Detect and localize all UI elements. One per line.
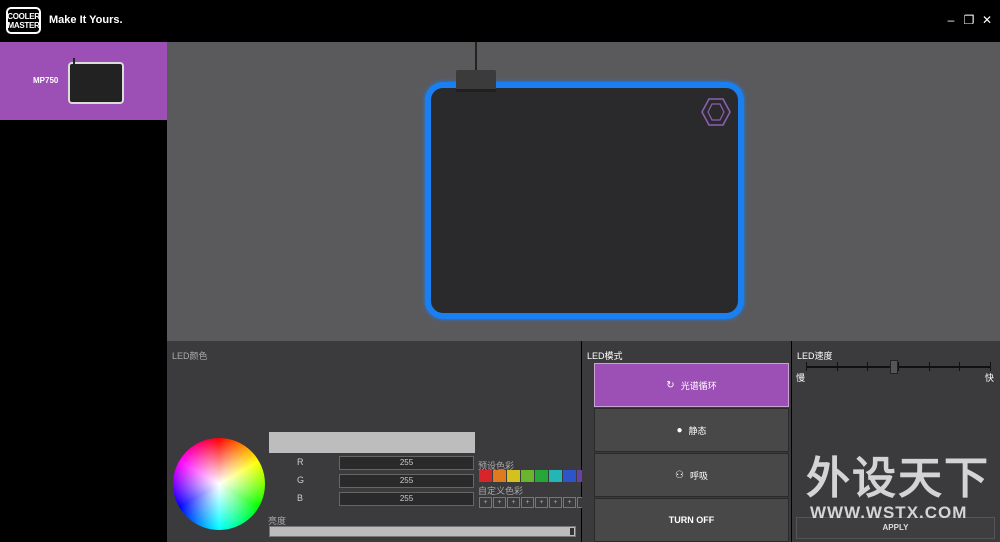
speed-fast-label: 快 xyxy=(985,373,995,383)
watermark-text: 外设天下 xyxy=(806,454,990,503)
gamepad-icon: ⚇ xyxy=(675,469,684,481)
speed-tick-1 xyxy=(806,362,807,371)
custom-color-slot-3[interactable]: + xyxy=(507,497,520,508)
logo-line-2: MASTER xyxy=(7,20,40,30)
device-name: MP750 xyxy=(33,76,59,85)
green-row: G 255 xyxy=(297,474,477,489)
device-tile-mp750[interactable]: MP750 xyxy=(0,42,167,120)
speed-slider[interactable] xyxy=(806,362,991,371)
custom-color-slot-7[interactable]: + xyxy=(563,497,576,508)
mode-turn-off-label: TURN OFF xyxy=(668,515,715,525)
custom-colors-label: 自定义色彩 xyxy=(478,486,524,496)
color-wheel[interactable] xyxy=(173,438,265,530)
cooler-master-logo: COOLER MASTER xyxy=(6,7,41,34)
usb-cable xyxy=(475,42,477,70)
mode-spectrum-button[interactable]: ↻ 光谱循环 xyxy=(594,363,789,407)
mode-static-button[interactable]: ● 静态 xyxy=(594,408,789,452)
preset-color-2[interactable] xyxy=(493,470,506,482)
speed-tick-2 xyxy=(836,362,838,371)
speed-handle[interactable] xyxy=(890,360,898,374)
preset-colors xyxy=(479,470,590,482)
refresh-icon: ↻ xyxy=(666,379,675,391)
blue-label: B xyxy=(297,493,304,503)
mode-breathing-button[interactable]: ⚇ 呼吸 xyxy=(594,453,789,497)
red-row: R 255 xyxy=(297,456,477,471)
speed-tick-3 xyxy=(867,362,869,371)
current-color-swatch xyxy=(269,432,475,453)
chat-bubble-icon: ● xyxy=(676,424,683,436)
mode-spectrum-label: 光谱循环 xyxy=(680,380,717,391)
speed-slow-label: 慢 xyxy=(796,373,806,383)
mode-static-label: 静态 xyxy=(688,425,707,436)
custom-color-slot-2[interactable]: + xyxy=(493,497,506,508)
speed-tick-6 xyxy=(959,362,961,371)
usb-connector xyxy=(456,70,496,92)
title-bar: COOLER MASTER Make It Yours. – ❐ ✕ xyxy=(0,0,1000,42)
preset-color-1[interactable] xyxy=(479,470,492,482)
hexagon-logo-icon xyxy=(701,98,731,126)
blue-input[interactable]: 255 xyxy=(339,492,474,506)
speed-tick-7 xyxy=(990,362,991,371)
green-label: G xyxy=(297,475,305,485)
brightness-slider[interactable] xyxy=(269,526,576,537)
custom-color-slot-6[interactable]: + xyxy=(549,497,562,508)
red-label: R xyxy=(297,457,304,467)
mousepad-image xyxy=(425,82,744,319)
green-input[interactable]: 255 xyxy=(339,474,474,488)
device-preview xyxy=(167,42,1000,341)
preset-color-4[interactable] xyxy=(521,470,534,482)
watermark-url: WWW.WSTX.COM xyxy=(810,503,968,522)
custom-color-slot-1[interactable]: + xyxy=(479,497,492,508)
preset-color-5[interactable] xyxy=(535,470,548,482)
maximize-icon[interactable]: ❐ xyxy=(962,13,976,27)
led-mode-label: LED模式 xyxy=(587,351,623,361)
mode-turn-off-button[interactable]: TURN OFF xyxy=(594,498,789,542)
preset-color-3[interactable] xyxy=(507,470,520,482)
speed-tick-5 xyxy=(928,362,930,371)
mode-breathing-label: 呼吸 xyxy=(689,470,708,481)
speed-tick-4 xyxy=(898,362,899,371)
brightness-handle[interactable] xyxy=(570,528,574,535)
led-color-panel: LED颜色 R 255 G 255 B 255 预设色彩 自定义色彩 + + + + +… xyxy=(167,341,590,542)
custom-color-slot-4[interactable]: + xyxy=(521,497,534,508)
logo-line-1: COOLER xyxy=(7,11,40,21)
close-icon[interactable]: ✕ xyxy=(980,13,994,27)
led-mode-panel: LED模式 ↻ 光谱循环 ● 静态 ⚇ 呼吸 TURN OFF xyxy=(582,341,791,542)
blue-row: B 255 xyxy=(297,492,477,507)
preset-color-6[interactable] xyxy=(549,470,562,482)
custom-color-slot-5[interactable]: + xyxy=(535,497,548,508)
led-color-label: LED颜色 xyxy=(172,351,208,361)
device-sidebar: MP750 xyxy=(0,42,167,542)
red-input[interactable]: 255 xyxy=(339,456,474,470)
mousepad-thumbnail-icon xyxy=(68,58,124,104)
custom-colors: ++++++++ xyxy=(479,497,590,508)
app-tagline: Make It Yours. xyxy=(49,14,123,26)
minimize-icon[interactable]: – xyxy=(944,13,958,27)
led-speed-label: LED速度 xyxy=(797,351,833,361)
preset-color-7[interactable] xyxy=(563,470,576,482)
